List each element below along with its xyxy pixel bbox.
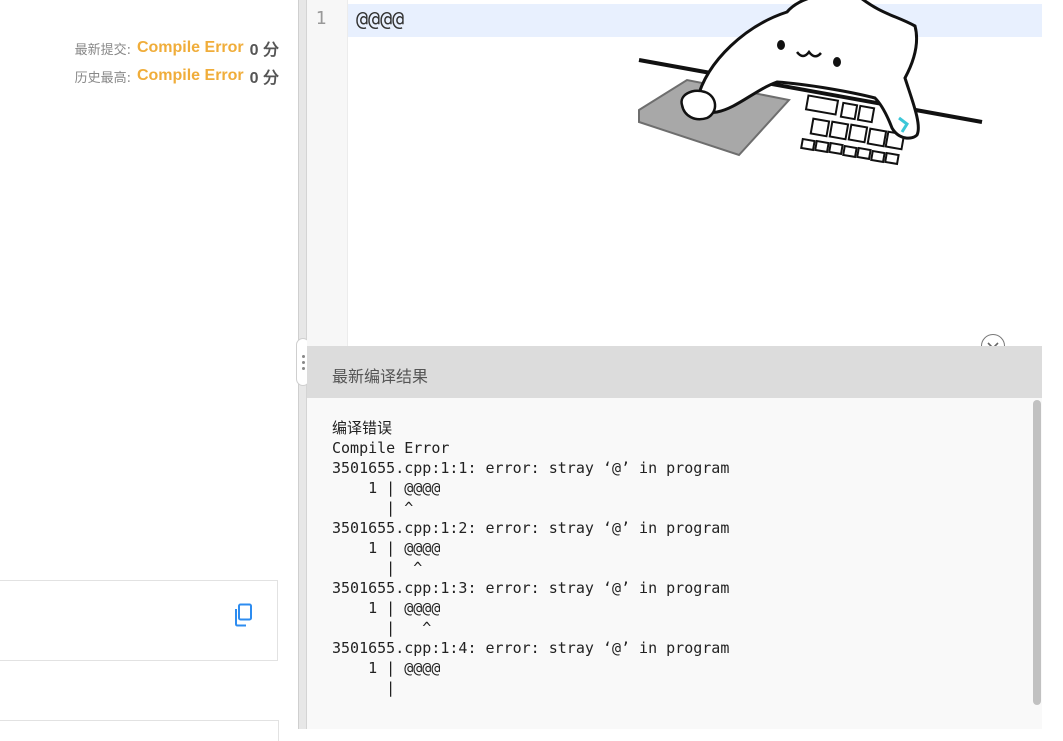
latest-submission-score: 0 分 <box>249 42 279 59</box>
typing-cat-illustration <box>638 0 983 166</box>
latest-submission-result[interactable]: Compile Error <box>137 39 244 57</box>
line-gutter: 1 <box>307 0 348 346</box>
compile-result-body: 编译错误 Compile Error 3501655.cpp:1:1: erro… <box>307 398 1042 729</box>
latest-submission-label: 最新提交: <box>74 42 131 58</box>
sample-box-2 <box>0 720 279 741</box>
copy-icon[interactable] <box>233 603 253 627</box>
best-submission-result[interactable]: Compile Error <box>137 67 244 85</box>
left-panel: 最新提交: Compile Error 0 分 历史最高: Compile Er… <box>0 0 298 741</box>
result-scrollbar[interactable] <box>1033 400 1041 705</box>
best-submission-row: 历史最高: Compile Error 0 分 <box>0 64 279 88</box>
compile-output: 编译错误 Compile Error 3501655.cpp:1:1: erro… <box>332 419 730 697</box>
compile-result-header[interactable]: 最新编译结果 <box>307 346 1042 398</box>
right-edge <box>1042 0 1063 729</box>
latest-submission-row: 最新提交: Compile Error 0 分 <box>0 36 279 60</box>
panel-splitter[interactable] <box>296 0 310 729</box>
code-line[interactable]: @@@@ <box>356 7 404 31</box>
best-submission-score: 0 分 <box>249 70 279 87</box>
best-submission-label: 历史最高: <box>74 70 131 86</box>
line-number: 1 <box>315 8 327 29</box>
chevron-down-icon[interactable] <box>981 334 1005 346</box>
code-editor[interactable]: 1 @@@@ <box>307 0 1042 346</box>
compile-result-title: 最新编译结果 <box>332 367 429 386</box>
sample-box <box>0 580 278 661</box>
